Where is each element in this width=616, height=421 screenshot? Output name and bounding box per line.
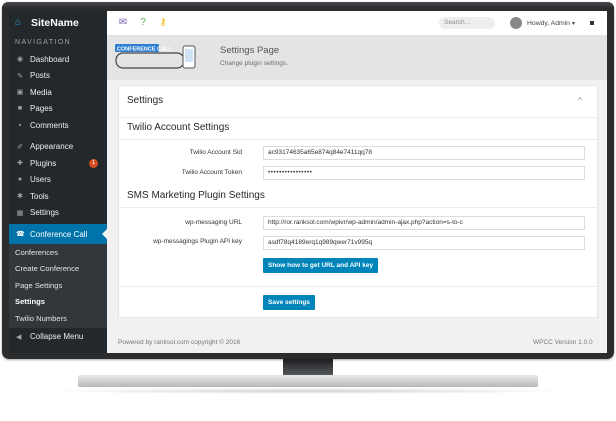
sidebar-item-settings[interactable]: ▦ Settings [9, 205, 107, 222]
chevron-down-icon: ▾ [571, 20, 575, 27]
footer-version: WPCC Version 1.0.0 [533, 339, 593, 346]
sidebar-item-label: Tools [30, 191, 49, 201]
sidebar-item-appearance[interactable]: ✐ Appearance [9, 139, 107, 156]
sidebar-item-label: Media [30, 87, 52, 97]
messaging-url-field[interactable]: http://ror.ranksol.com/wpivr/wp-admin/ad… [263, 216, 585, 230]
sidebar-item-label: Pages [30, 104, 53, 114]
sidebar-item-label: Comments [30, 120, 69, 130]
monitor-shadow [40, 388, 576, 394]
sidebar-item-label: Settings [30, 208, 59, 218]
sidebar-item-label: Appearance [30, 142, 74, 152]
question-comment-icon[interactable]: ✉ [117, 17, 129, 29]
wrench-icon: ✱ [17, 193, 23, 201]
monitor-stand-base [78, 375, 538, 387]
page-header: CONFERENCE CALL Settings Page Change plu… [107, 36, 607, 80]
submenu-item-page-settings[interactable]: Page Settings [9, 278, 107, 294]
plugins-update-badge: 1 [89, 158, 98, 168]
conference-call-logo: CONFERENCE CALL [115, 44, 196, 69]
settings-icon: ▦ [16, 209, 24, 217]
messaging-url-label: wp-messaging URL [185, 219, 242, 226]
monitor-glare [2, 2, 614, 8]
admin-sidebar: ⌂ SiteName NAVIGATION ◉ Dashboard ✎ Post… [9, 11, 107, 353]
footer-copyright: Powered by ranksol.com copyright © 2016 [118, 339, 241, 346]
page-title: Settings Page [220, 45, 280, 56]
dashboard-icon: ◉ [16, 56, 24, 64]
submenu-item-conferences[interactable]: Conferences [9, 245, 107, 261]
sidebar-item-label: Conference Call [30, 229, 88, 239]
comment-icon: ▪ [18, 121, 22, 129]
nav-heading: NAVIGATION [15, 39, 72, 46]
conference-call-submenu: Conferences Create Conference Page Setti… [9, 244, 107, 328]
sidebar-item-pages[interactable]: ■ Pages [9, 101, 107, 118]
screen: ⌂ SiteName NAVIGATION ◉ Dashboard ✎ Post… [9, 11, 607, 353]
sms-section-heading: SMS Marketing Plugin Settings [127, 190, 265, 201]
question-icon[interactable]: ? [137, 17, 149, 29]
submenu-item-settings[interactable]: Settings [9, 294, 107, 310]
show-help-button[interactable]: Show how to get URL and API key [263, 258, 379, 273]
sidebar-item-plugins[interactable]: ✚ Plugins 1 [9, 155, 107, 172]
submenu-item-twilio-numbers[interactable]: Twilio Numbers [9, 311, 107, 327]
divider [119, 117, 597, 118]
sidebar-item-label: Dashboard [30, 54, 70, 64]
media-icon: ▣ [16, 89, 24, 97]
sidebar-item-label: Plugins [30, 158, 57, 168]
logo-text: CONFERENCE CALL [117, 47, 172, 53]
sidebar-item-tools[interactable]: ✱ Tools [9, 188, 107, 205]
collapse-menu-label: Collapse Menu [30, 332, 84, 342]
twilio-token-label: Twilio Account Token [181, 169, 242, 176]
sidebar-item-label: Posts [30, 71, 51, 81]
sidebar-item-users[interactable]: ● Users [9, 172, 107, 189]
avatar [510, 17, 522, 29]
api-key-label: wp-messagings Plugin API key [153, 238, 242, 245]
twilio-sid-field[interactable]: ac93174635a65e874q84e7411qq78 [263, 146, 585, 160]
collapse-icon: ◀ [16, 333, 22, 341]
monitor-stand-neck [283, 359, 333, 375]
home-icon: ⌂ [15, 17, 22, 28]
user-greeting: Howdy, Admin [527, 19, 570, 27]
brush-icon: ✐ [17, 143, 23, 151]
phone-icon: ☎ [16, 231, 25, 238]
menu-toggle-icon[interactable] [590, 21, 594, 25]
users-icon: ● [17, 176, 23, 184]
chevron-up-icon[interactable]: ^ [578, 96, 582, 105]
plugin-icon: ✚ [17, 160, 23, 168]
sidebar-item-media[interactable]: ▣ Media [9, 84, 107, 101]
collapse-menu-button[interactable]: ◀ Collapse Menu [9, 328, 107, 346]
twilio-token-field[interactable]: •••••••••••••••• [263, 166, 585, 180]
sidebar-item-posts[interactable]: ✎ Posts [9, 68, 107, 85]
save-settings-button[interactable]: Save settings [263, 295, 315, 310]
api-key-field[interactable]: asdf78q4189erq1q989qwer71v995q [263, 236, 585, 250]
admin-topbar: ✉ ? ⚷ Search... Howdy, Admin ▾ [107, 11, 607, 36]
page-icon: ■ [17, 105, 23, 113]
settings-panel: Settings ^ Twilio Account Settings Twili… [118, 85, 598, 318]
submenu-item-create-conference[interactable]: Create Conference [9, 261, 107, 277]
divider [119, 207, 597, 208]
divider [119, 139, 597, 140]
search-input[interactable]: Search... [439, 17, 495, 29]
site-brand[interactable]: ⌂ SiteName [9, 11, 107, 35]
twilio-sid-label: Twilio Account Sid [189, 149, 242, 156]
sidebar-item-label: Users [30, 175, 51, 185]
sidebar-item-conference-call[interactable]: ☎ Conference Call [9, 224, 107, 244]
sidebar-item-dashboard[interactable]: ◉ Dashboard [9, 51, 107, 68]
divider [119, 286, 597, 287]
key-icon[interactable]: ⚷ [157, 17, 169, 29]
page-subtitle: Change plugin settings. [220, 60, 288, 67]
site-name: SiteName [31, 17, 79, 29]
pin-icon: ✎ [17, 72, 23, 80]
sidebar-item-comments[interactable]: ▪ Comments [9, 117, 107, 134]
panel-title: Settings [127, 95, 164, 106]
user-menu[interactable]: Howdy, Admin ▾ [510, 16, 575, 30]
twilio-section-heading: Twilio Account Settings [127, 122, 230, 133]
